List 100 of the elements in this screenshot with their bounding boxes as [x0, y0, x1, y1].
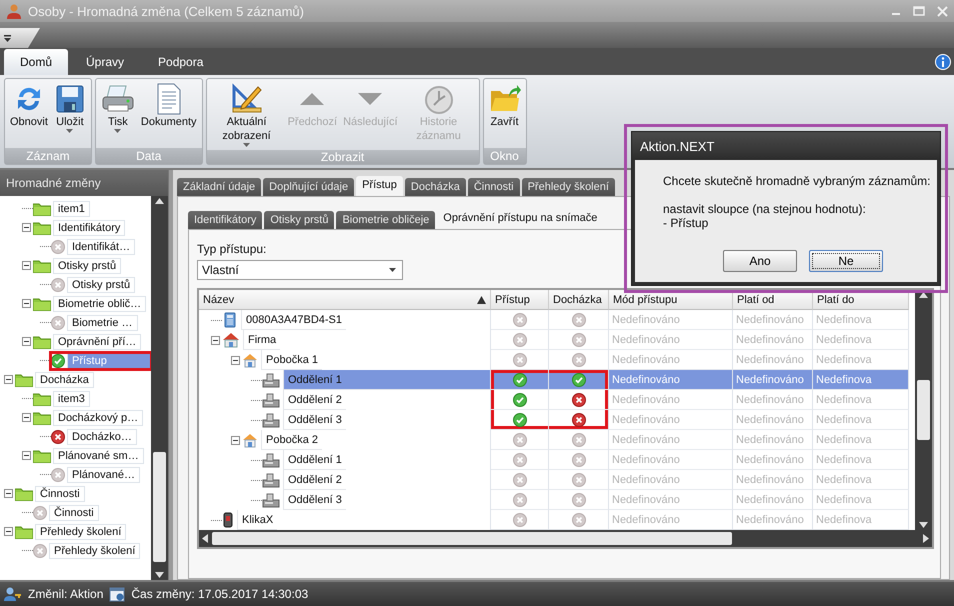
tree-item[interactable]: Otisky prstů: [53, 258, 122, 274]
collapse-icon[interactable]: [22, 451, 31, 460]
tree-item[interactable]: Docházkový p…: [53, 410, 144, 426]
down-arrow-icon[interactable]: [919, 522, 928, 528]
folder-icon: [33, 410, 51, 424]
tree-item[interactable]: Plánované sm…: [53, 448, 144, 464]
collapse-icon[interactable]: [231, 356, 240, 364]
up-arrow-icon[interactable]: [919, 292, 928, 298]
sort-icon[interactable]: [477, 296, 486, 304]
scroll-thumb[interactable]: [917, 380, 930, 440]
ribbon-button[interactable]: Zavřít: [486, 81, 524, 131]
scrollbar[interactable]: [151, 196, 168, 580]
dialog-button[interactable]: Ne: [809, 250, 883, 272]
collapse-icon[interactable]: [4, 375, 13, 384]
tree-item[interactable]: Oprávnění pří…: [53, 334, 142, 350]
collapse-icon[interactable]: [22, 413, 31, 422]
machine-icon: [262, 372, 280, 388]
tree-item[interactable]: Identifikát…: [67, 238, 136, 254]
tree-item[interactable]: Identifikátory: [53, 220, 126, 236]
table-row[interactable]: Oddělení 2 Nedefinováno Nedefinováno Nedefinova: [199, 390, 915, 410]
ribbon-button[interactable]: Uložit: [50, 81, 89, 136]
collapse-icon[interactable]: [4, 489, 13, 498]
tab[interactable]: Činnosti: [468, 178, 520, 196]
folder-icon: [33, 258, 51, 272]
save-icon: [54, 83, 86, 115]
table-cell: Oddělení 2: [283, 390, 346, 410]
right-arrow-icon[interactable]: [923, 534, 929, 543]
folder-icon: [33, 202, 51, 216]
collapse-icon[interactable]: [22, 261, 31, 270]
column-header[interactable]: Název: [199, 290, 491, 310]
table-cell: Oddělení 3: [283, 490, 346, 510]
collapse-icon[interactable]: [4, 527, 13, 536]
dialog-title: Aktion.NEXT: [640, 138, 714, 154]
caret-icon: [3, 34, 12, 42]
house-icon: [242, 352, 258, 368]
tree-item[interactable]: Otisky prstů: [67, 276, 136, 292]
info-icon[interactable]: [935, 54, 951, 70]
left-arrow-icon[interactable]: [202, 534, 208, 543]
dialog-button[interactable]: Ano: [723, 250, 797, 272]
ribbon-tab[interactable]: Úpravy: [70, 49, 140, 75]
collapse-icon[interactable]: [231, 436, 240, 444]
ribbon-button[interactable]: Obnovit: [7, 81, 51, 131]
tree-item[interactable]: Přehledy školení: [35, 524, 126, 540]
ribbon-tab[interactable]: Domů: [4, 49, 68, 75]
tab[interactable]: Biometrie obličeje: [336, 211, 436, 229]
quick-access-menu[interactable]: [0, 28, 40, 48]
collapse-icon[interactable]: [22, 299, 31, 308]
table-row[interactable]: Firma Nedefinováno Nedefinováno Nedefinova: [199, 330, 915, 350]
ruler-pencil-icon: [230, 83, 264, 115]
down-arrow-icon[interactable]: [155, 572, 164, 578]
table-row[interactable]: Oddělení 3 Nedefinováno Nedefinováno Nedefinova: [199, 410, 915, 430]
column-header[interactable]: Přístup: [491, 290, 549, 310]
tree-item[interactable]: Přehledy školení: [49, 542, 140, 558]
table-cell: Nedefinova: [813, 390, 909, 410]
ribbon-button[interactable]: Dokumenty: [138, 81, 200, 131]
tree-item[interactable]: item3: [53, 390, 90, 406]
table-cell: Oddělení 1: [283, 450, 346, 470]
ribbon-button[interactable]: Tisk: [98, 81, 138, 136]
tree-item[interactable]: Činnosti: [35, 486, 85, 502]
table-cell: Nedefinováno: [733, 370, 813, 390]
table-row[interactable]: Oddělení 2 Nedefinováno Nedefinováno Nedefinova: [199, 470, 915, 490]
tab[interactable]: Docházka: [404, 178, 466, 196]
collapse-icon[interactable]: [22, 223, 31, 232]
group-label: Okno: [490, 149, 519, 163]
tab[interactable]: Přístup: [356, 176, 403, 196]
scrollbar[interactable]: [915, 290, 932, 530]
column-header[interactable]: Docházka: [549, 290, 609, 310]
tree-item[interactable]: Docházko…: [67, 428, 137, 444]
tab[interactable]: Identifikátory: [188, 211, 262, 229]
clock-icon: [422, 83, 455, 115]
scrollbar[interactable]: [199, 530, 932, 547]
tab[interactable]: Doplňující údaje: [263, 178, 354, 196]
table-cell: Oddělení 3: [283, 410, 346, 430]
access-type-dropdown[interactable]: Vlastní: [197, 260, 403, 280]
group-label: Data: [136, 149, 162, 163]
tree-item[interactable]: Biometrie oblič…: [53, 296, 146, 312]
table-cell: Nedefinováno: [733, 430, 813, 450]
table-row[interactable]: Oddělení 3 Nedefinováno Nedefinováno Nedefinova: [199, 490, 915, 510]
folder-icon: [15, 486, 33, 500]
tab[interactable]: Přehledy školení: [522, 178, 615, 196]
tree-item[interactable]: Biometrie …: [67, 314, 138, 330]
scroll-thumb[interactable]: [212, 532, 732, 545]
tab[interactable]: Otisky prstů: [264, 211, 334, 229]
ribbon-tab[interactable]: Podpora: [142, 49, 220, 75]
table-row[interactable]: Pobočka 2 Nedefinováno Nedefinováno Nedefinova: [199, 430, 915, 450]
table-row[interactable]: Oddělení 1 Nedefinováno Nedefinováno Nedefinova: [199, 370, 915, 390]
table-row[interactable]: 0080A3A47BD4-S1 Nedefinováno Nedefinováno Nedefinova: [199, 310, 915, 330]
ribbon-button[interactable]: Aktuální zobrazení: [208, 81, 285, 150]
tree-item[interactable]: Plánované…: [67, 466, 140, 482]
tab[interactable]: Základní údaje: [177, 178, 262, 196]
tree-item[interactable]: Docházka: [35, 372, 94, 388]
house-icon: [242, 432, 258, 448]
collapse-icon[interactable]: [22, 337, 31, 346]
table-row[interactable]: Oddělení 1 Nedefinováno Nedefinováno Nedefinova: [199, 450, 915, 470]
table-cell: Oddělení 1: [283, 370, 490, 390]
tree-item[interactable]: item1: [53, 200, 90, 216]
scroll-thumb[interactable]: [153, 452, 166, 562]
tree-item[interactable]: Činnosti: [49, 504, 99, 520]
up-arrow-icon[interactable]: [155, 198, 164, 204]
collapse-icon[interactable]: [211, 336, 220, 344]
